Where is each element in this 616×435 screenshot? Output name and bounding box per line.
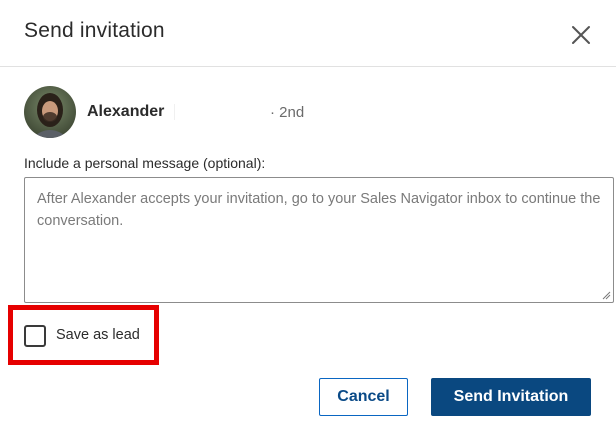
send-invitation-dialog: Send invitation Alexander · 2nd Include …	[0, 0, 616, 435]
avatar[interactable]	[24, 86, 76, 138]
close-button[interactable]	[566, 20, 596, 50]
resize-handle-icon[interactable]	[601, 290, 611, 300]
cancel-button[interactable]: Cancel	[319, 378, 408, 416]
connection-degree: · 2nd	[270, 104, 305, 121]
close-icon	[572, 26, 590, 44]
send-invitation-button[interactable]: Send Invitation	[431, 378, 591, 416]
avatar-image	[24, 86, 76, 138]
message-label: Include a personal message (optional):	[24, 155, 266, 171]
recipient-name[interactable]: Alexander	[87, 103, 164, 121]
dialog-title: Send invitation	[24, 19, 165, 42]
personal-message-input[interactable]	[24, 177, 614, 303]
redacted-surname	[174, 104, 175, 120]
recipient-info: Alexander · 2nd	[24, 86, 424, 138]
save-as-lead-label[interactable]: Save as lead	[56, 327, 140, 343]
save-as-lead-checkbox[interactable]	[24, 325, 46, 347]
dialog-header: Send invitation	[0, 0, 616, 67]
